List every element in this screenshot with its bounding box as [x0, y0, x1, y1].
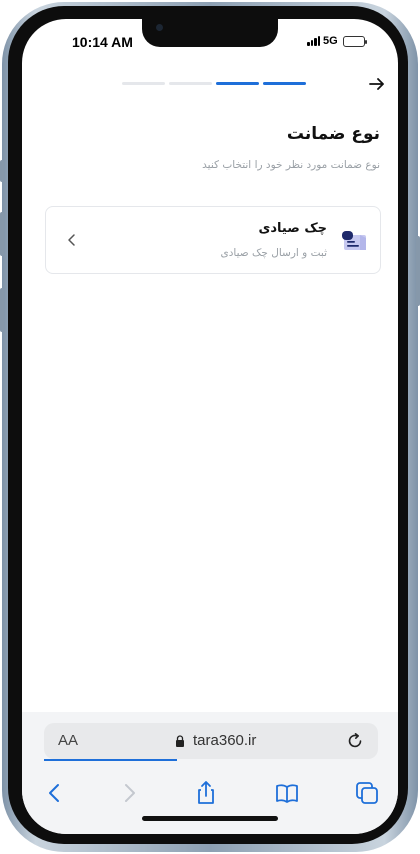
cheque-icon — [342, 231, 366, 250]
browser-bottom-bar: AA tara360.ir — [22, 712, 398, 834]
status-time: 10:14 AM — [72, 34, 133, 50]
phone-volume-up-button — [0, 212, 4, 256]
reader-aa-button[interactable]: AA — [58, 732, 78, 749]
option-title: چک صیادی — [258, 221, 327, 236]
browser-toolbar — [22, 772, 398, 812]
tabs-icon[interactable] — [354, 780, 380, 806]
chevron-left-icon — [68, 234, 75, 246]
step-1 — [122, 82, 165, 85]
bookmarks-icon[interactable] — [274, 780, 300, 806]
option-description: ثبت و ارسال چک صیادی — [220, 247, 327, 259]
option-card-sayadi-cheque[interactable]: چک صیادی ثبت و ارسال چک صیادی — [45, 206, 381, 274]
phone-volume-down-button — [0, 288, 4, 332]
progress-stepper — [122, 82, 306, 85]
step-4 — [263, 82, 306, 85]
status-indicators: 5G — [307, 35, 367, 47]
step-2 — [169, 82, 212, 85]
address-bar[interactable]: AA tara360.ir — [44, 723, 378, 759]
phone-side-button — [0, 160, 4, 182]
notch — [142, 19, 278, 47]
battery-icon — [342, 35, 367, 47]
camera-icon — [156, 24, 163, 31]
url-text[interactable]: tara360.ir — [193, 732, 256, 749]
signal-icon — [307, 36, 320, 46]
network-type: 5G — [323, 35, 338, 47]
page-title: نوع ضمانت — [286, 124, 380, 144]
step-3 — [216, 82, 259, 85]
share-icon[interactable] — [193, 780, 219, 806]
page-subtitle: نوع ضمانت مورد نظر خود را انتخاب کنید — [202, 159, 380, 171]
arrow-right-icon[interactable] — [368, 75, 386, 93]
back-icon[interactable] — [42, 780, 68, 806]
lock-icon — [176, 735, 184, 747]
reload-icon[interactable] — [346, 732, 364, 750]
home-indicator — [142, 816, 278, 821]
page-load-progress — [44, 759, 177, 761]
phone-power-button — [416, 236, 420, 306]
forward-icon[interactable] — [116, 780, 142, 806]
phone-screen: 10:14 AM 5G نوع ضمانت نوع ضمانت مورد نظر… — [22, 19, 398, 834]
